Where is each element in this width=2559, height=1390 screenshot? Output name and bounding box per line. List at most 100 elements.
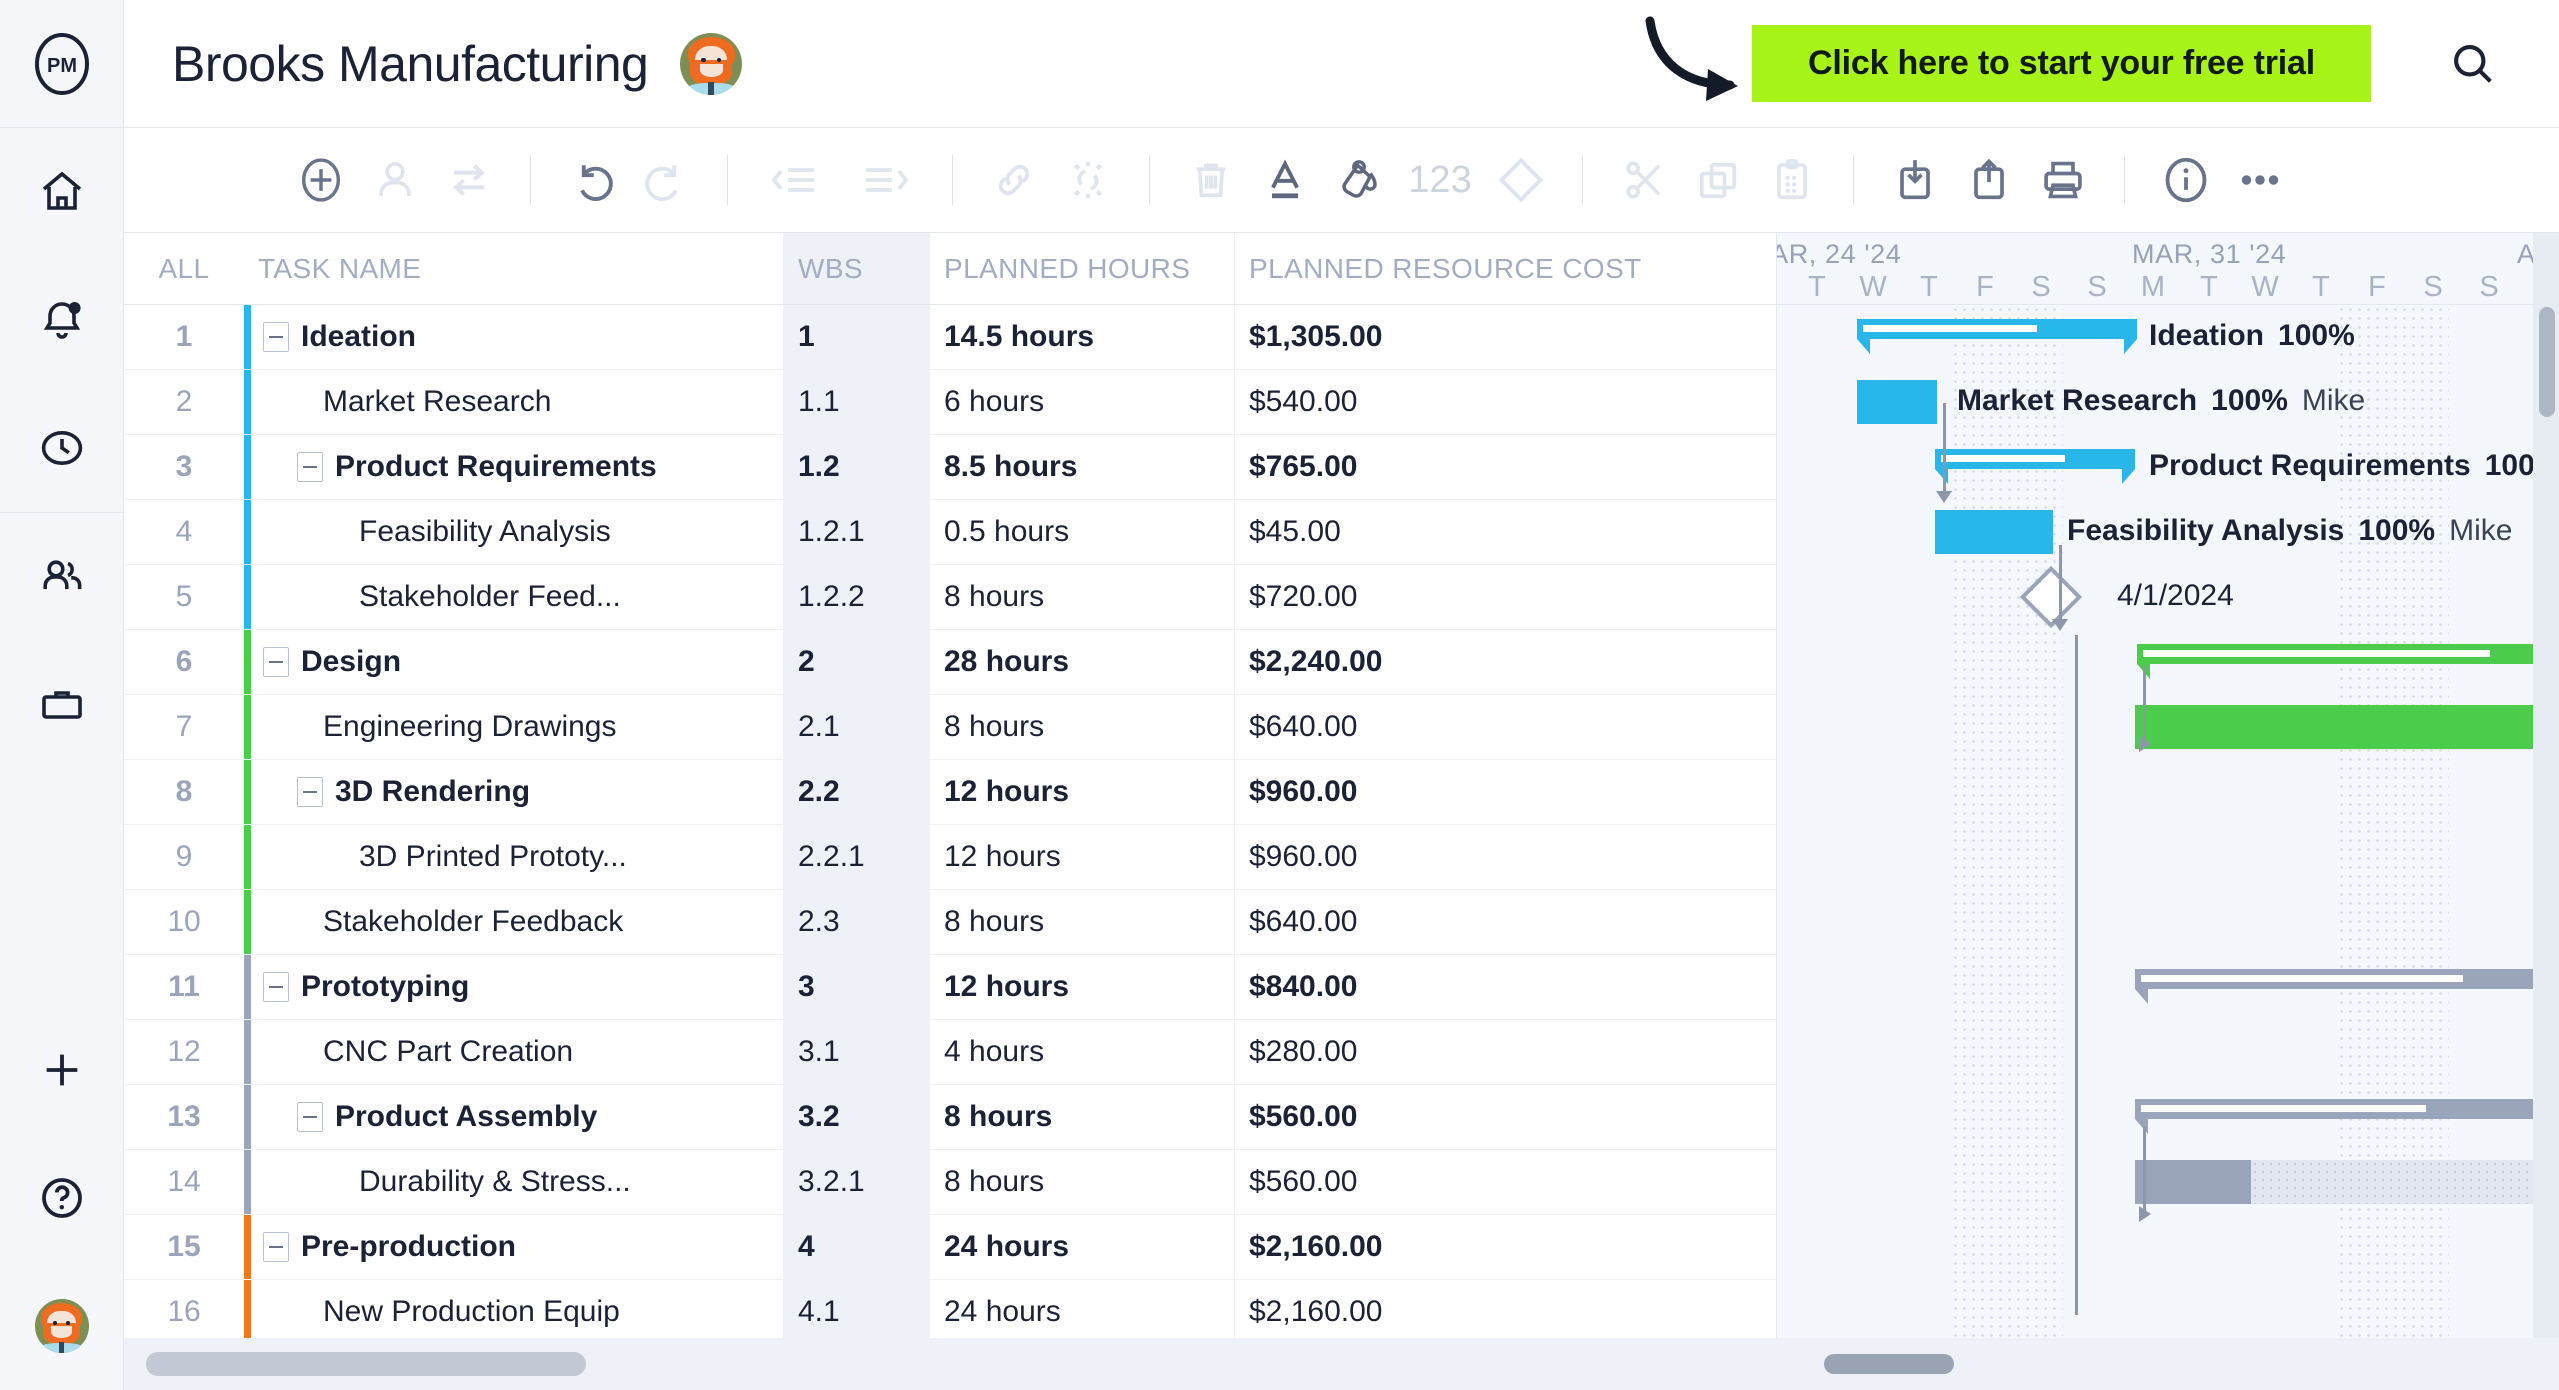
task-name-cell[interactable]: Engineering Drawings: [244, 695, 784, 759]
task-wbs-cell[interactable]: 1.1: [784, 370, 930, 434]
task-name-cell[interactable]: Stakeholder Feedback: [244, 890, 784, 954]
print-button[interactable]: [2026, 143, 2100, 217]
number-format-button[interactable]: 123: [1396, 143, 1484, 217]
import-button[interactable]: [1878, 143, 1952, 217]
planned-hours-cell[interactable]: 8 hours: [930, 1085, 1235, 1149]
planned-resource-cost-cell[interactable]: $720.00: [1235, 565, 1776, 629]
more-options-button[interactable]: [2223, 143, 2297, 217]
collapse-toggle-icon[interactable]: [263, 647, 289, 677]
planned-resource-cost-cell[interactable]: $540.00: [1235, 370, 1776, 434]
planned-hours-cell[interactable]: 24 hours: [930, 1280, 1235, 1344]
gantt-summary-bar[interactable]: [2137, 644, 2559, 679]
table-row[interactable]: 6 Design 2 28 hours $2,240.00: [124, 630, 1776, 695]
delete-button[interactable]: [1174, 143, 1248, 217]
collapse-toggle-icon[interactable]: [297, 1102, 323, 1132]
collapse-toggle-icon[interactable]: [297, 777, 323, 807]
table-row[interactable]: 15 Pre-production 4 24 hours $2,160.00: [124, 1215, 1776, 1280]
collapse-toggle-icon[interactable]: [263, 972, 289, 1002]
task-name-cell[interactable]: Design: [244, 630, 784, 694]
copy-button[interactable]: [1681, 143, 1755, 217]
table-row[interactable]: 7 Engineering Drawings 2.1 8 hours $640.00: [124, 695, 1776, 760]
planned-hours-cell[interactable]: 28 hours: [930, 630, 1235, 694]
gantt-task-bar[interactable]: [2135, 705, 2535, 749]
task-wbs-cell[interactable]: 2.2.1: [784, 825, 930, 889]
table-row[interactable]: 14 Durability & Stress... 3.2.1 8 hours $560…: [124, 1150, 1776, 1215]
gantt-milestone-marker[interactable]: [2019, 565, 2083, 629]
table-row[interactable]: 1 Ideation 1 14.5 hours $1,305.00: [124, 305, 1776, 370]
app-logo[interactable]: PM: [0, 0, 123, 128]
planned-resource-cost-cell[interactable]: $45.00: [1235, 500, 1776, 564]
task-name-cell[interactable]: Stakeholder Feed...: [244, 565, 784, 629]
grid-horizontal-scroll-thumb[interactable]: [146, 1352, 586, 1376]
planned-hours-cell[interactable]: 12 hours: [930, 955, 1235, 1019]
table-row[interactable]: 12 CNC Part Creation 3.1 4 hours $280.00: [124, 1020, 1776, 1085]
planned-resource-cost-cell[interactable]: $765.00: [1235, 435, 1776, 499]
gantt-vertical-scroll-thumb[interactable]: [2539, 307, 2555, 417]
indent-button[interactable]: [840, 143, 928, 217]
task-wbs-cell[interactable]: 1.2.2: [784, 565, 930, 629]
task-name-cell[interactable]: 3D Printed Prototy...: [244, 825, 784, 889]
sidebar-item-account[interactable]: [0, 1262, 124, 1390]
gantt-vertical-scrollbar[interactable]: [2539, 307, 2555, 1306]
table-row[interactable]: 2 Market Research 1.1 6 hours $540.00: [124, 370, 1776, 435]
task-name-cell[interactable]: New Production Equip: [244, 1280, 784, 1344]
task-wbs-cell[interactable]: 3.2.1: [784, 1150, 930, 1214]
task-wbs-cell[interactable]: 4.1: [784, 1280, 930, 1344]
task-wbs-cell[interactable]: 2.3: [784, 890, 930, 954]
project-owner-avatar[interactable]: [680, 32, 743, 95]
task-wbs-cell[interactable]: 2: [784, 630, 930, 694]
planned-resource-cost-cell[interactable]: $2,160.00: [1235, 1215, 1776, 1279]
free-trial-button[interactable]: Click here to start your free trial: [1752, 25, 2371, 102]
link-tasks-button[interactable]: [977, 143, 1051, 217]
task-name-cell[interactable]: Ideation: [244, 305, 784, 369]
gantt-task-bar[interactable]: [1857, 380, 1937, 424]
planned-hours-cell[interactable]: 8 hours: [930, 890, 1235, 954]
task-wbs-cell[interactable]: 2.2: [784, 760, 930, 824]
task-wbs-cell[interactable]: 3.1: [784, 1020, 930, 1084]
table-row[interactable]: 8 3D Rendering 2.2 12 hours $960.00: [124, 760, 1776, 825]
sidebar-item-timesheets[interactable]: [0, 384, 124, 512]
gantt-summary-bar[interactable]: [1935, 449, 2135, 484]
table-row[interactable]: 10 Stakeholder Feedback 2.3 8 hours $640.00: [124, 890, 1776, 955]
gantt-summary-bar[interactable]: [1857, 319, 2137, 354]
collapse-toggle-icon[interactable]: [297, 452, 323, 482]
task-wbs-cell[interactable]: 4: [784, 1215, 930, 1279]
sidebar-item-add[interactable]: [0, 1006, 124, 1134]
table-row[interactable]: 11 Prototyping 3 12 hours $840.00: [124, 955, 1776, 1020]
gantt-task-bar[interactable]: [2135, 1160, 2559, 1204]
planned-hours-cell[interactable]: 0.5 hours: [930, 500, 1235, 564]
table-row[interactable]: 4 Feasibility Analysis 1.2.1 0.5 hours $45.0…: [124, 500, 1776, 565]
planned-resource-cost-cell[interactable]: $2,160.00: [1235, 1280, 1776, 1344]
undo-button[interactable]: [555, 143, 629, 217]
add-task-button[interactable]: [284, 143, 358, 217]
text-color-button[interactable]: [1248, 143, 1322, 217]
gantt-horizontal-scroll-thumb[interactable]: [1824, 1354, 1954, 1374]
planned-resource-cost-cell[interactable]: $960.00: [1235, 760, 1776, 824]
paste-button[interactable]: [1755, 143, 1829, 217]
planned-resource-cost-cell[interactable]: $280.00: [1235, 1020, 1776, 1084]
convert-button[interactable]: [432, 143, 506, 217]
milestone-button[interactable]: [1484, 143, 1558, 217]
task-name-cell[interactable]: Prototyping: [244, 955, 784, 1019]
task-wbs-cell[interactable]: 1.2.1: [784, 500, 930, 564]
sidebar-item-projects[interactable]: [0, 641, 124, 769]
sidebar-item-team[interactable]: [0, 513, 124, 641]
task-wbs-cell[interactable]: 2.1: [784, 695, 930, 759]
task-name-cell[interactable]: Pre-production: [244, 1215, 784, 1279]
task-wbs-cell[interactable]: 3.2: [784, 1085, 930, 1149]
task-wbs-cell[interactable]: 1: [784, 305, 930, 369]
planned-resource-cost-cell[interactable]: $960.00: [1235, 825, 1776, 889]
planned-resource-cost-cell[interactable]: $2,240.00: [1235, 630, 1776, 694]
task-wbs-cell[interactable]: 1.2: [784, 435, 930, 499]
gantt-summary-bar[interactable]: [2135, 969, 2559, 1004]
table-row[interactable]: 13 Product Assembly 3.2 8 hours $560.00: [124, 1085, 1776, 1150]
planned-resource-cost-cell[interactable]: $640.00: [1235, 695, 1776, 759]
column-header-planned-resource-cost[interactable]: PLANNED RESOURCE COST: [1235, 233, 1777, 304]
planned-hours-cell[interactable]: 8 hours: [930, 695, 1235, 759]
table-row[interactable]: 16 New Production Equip 4.1 24 hours $2,160.…: [124, 1280, 1776, 1345]
assign-button[interactable]: [358, 143, 432, 217]
planned-resource-cost-cell[interactable]: $840.00: [1235, 955, 1776, 1019]
column-header-task-name[interactable]: TASK NAME: [244, 233, 784, 304]
planned-resource-cost-cell[interactable]: $560.00: [1235, 1150, 1776, 1214]
table-row[interactable]: 3 Product Requirements 1.2 8.5 hours $765.00: [124, 435, 1776, 500]
